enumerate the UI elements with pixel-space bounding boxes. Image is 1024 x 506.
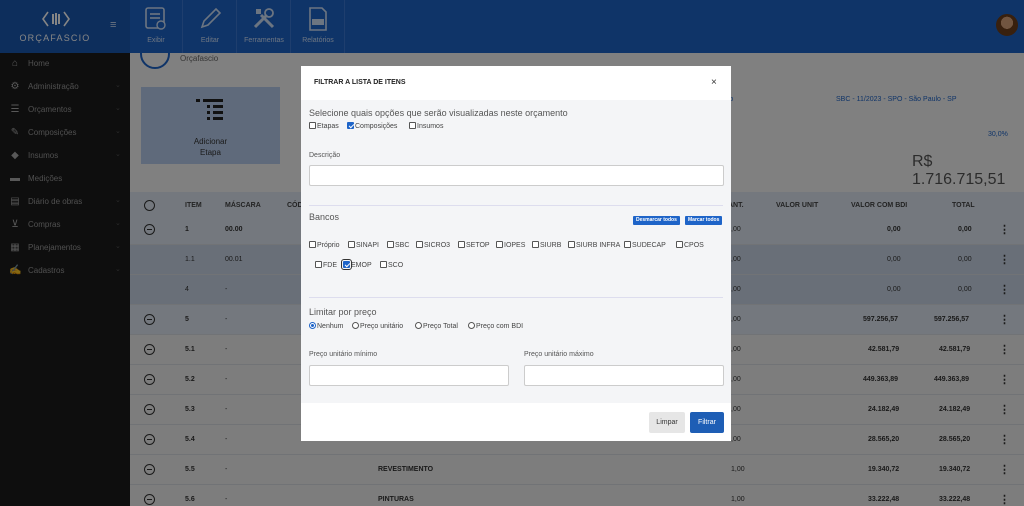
min-price-input[interactable] bbox=[309, 365, 509, 386]
option-label: EMOP bbox=[351, 262, 372, 269]
checkbox[interactable] bbox=[676, 241, 683, 248]
checkbox[interactable] bbox=[532, 241, 539, 248]
checkbox[interactable] bbox=[315, 261, 322, 268]
option-label: Próprio bbox=[317, 242, 340, 249]
option-label: Nenhum bbox=[317, 323, 344, 330]
bank-sudecap[interactable]: SUDECAP bbox=[624, 241, 666, 249]
checkbox[interactable] bbox=[387, 241, 394, 248]
option-label: Composições bbox=[355, 123, 398, 130]
option-label: Etapas bbox=[317, 123, 339, 130]
mark-all-button[interactable]: Marcar todos bbox=[685, 216, 723, 225]
option-label: SICRO3 bbox=[424, 242, 451, 249]
checkbox[interactable] bbox=[496, 241, 503, 248]
checkbox[interactable] bbox=[568, 241, 575, 248]
option-label: SUDECAP bbox=[632, 242, 666, 249]
visibility-title: Selecione quais opções que serão visuali… bbox=[309, 108, 568, 118]
option-label: CPOS bbox=[684, 242, 704, 249]
checkbox[interactable] bbox=[416, 241, 423, 248]
close-icon[interactable]: × bbox=[711, 77, 717, 88]
checkbox[interactable] bbox=[309, 122, 316, 129]
bank-setop[interactable]: SETOP bbox=[458, 241, 490, 249]
banks-title: Bancos bbox=[309, 212, 340, 222]
bank-sinapi[interactable]: SINAPI bbox=[348, 241, 379, 249]
checkbox[interactable] bbox=[347, 122, 354, 129]
price-unit[interactable]: Preço unitário bbox=[352, 322, 403, 330]
description-label: Descrição bbox=[309, 152, 341, 159]
option-label: SIURB INFRA bbox=[576, 242, 621, 249]
bank-sbc[interactable]: SBC bbox=[387, 241, 409, 249]
description-input[interactable] bbox=[309, 165, 724, 186]
price-bdi[interactable]: Preço com BDI bbox=[468, 322, 523, 330]
filter-button[interactable]: Filtrar bbox=[690, 412, 724, 433]
price-total[interactable]: Preço Total bbox=[415, 322, 458, 330]
option-label: Preço Total bbox=[423, 323, 458, 330]
filter-modal: FILTRAR A LISTA DE ITENS × Selecione qua… bbox=[301, 66, 731, 441]
option-label: FDE bbox=[323, 262, 337, 269]
bank-iopes[interactable]: IOPES bbox=[496, 241, 525, 249]
option-label: Insumos bbox=[417, 123, 444, 130]
radio[interactable] bbox=[309, 322, 316, 329]
divider bbox=[309, 205, 723, 206]
bank-emop[interactable]: EMOP bbox=[341, 259, 372, 270]
max-price-input[interactable] bbox=[524, 365, 724, 386]
bank-sco[interactable]: SCO bbox=[380, 261, 403, 269]
bank-siurb-infra[interactable]: SIURB INFRA bbox=[568, 241, 620, 249]
bank-fde[interactable]: FDE bbox=[315, 261, 337, 269]
checkbox[interactable] bbox=[309, 241, 316, 248]
radio[interactable] bbox=[468, 322, 475, 329]
radio[interactable] bbox=[415, 322, 422, 329]
option-insumos[interactable]: Insumos bbox=[409, 122, 443, 130]
unmark-all-button[interactable]: Desmarcar todos bbox=[633, 216, 680, 225]
min-price-label: Preço unitário mínimo bbox=[309, 351, 378, 358]
checkbox[interactable] bbox=[348, 241, 355, 248]
price-title: Limitar por preço bbox=[309, 307, 377, 317]
max-price-label: Preço unitário máximo bbox=[524, 351, 594, 358]
clear-button[interactable]: Limpar bbox=[649, 412, 685, 433]
modal-header: FILTRAR A LISTA DE ITENS × bbox=[301, 66, 731, 100]
bank-sicro3[interactable]: SICRO3 bbox=[416, 241, 450, 249]
checkbox[interactable] bbox=[458, 241, 465, 248]
option-label: SCO bbox=[388, 262, 404, 269]
price-none[interactable]: Nenhum bbox=[309, 322, 343, 330]
option-label: IOPES bbox=[504, 242, 526, 249]
radio[interactable] bbox=[352, 322, 359, 329]
option-etapas[interactable]: Etapas bbox=[309, 122, 339, 130]
checkbox[interactable] bbox=[409, 122, 416, 129]
option-label: SINAPI bbox=[356, 242, 379, 249]
option-label: SETOP bbox=[466, 242, 490, 249]
option-label: SIURB bbox=[540, 242, 562, 249]
option-composicoes[interactable]: Composições bbox=[347, 122, 397, 130]
option-label: SBC bbox=[395, 242, 410, 249]
checkbox[interactable] bbox=[380, 261, 387, 268]
divider bbox=[309, 297, 723, 298]
bank-cpos[interactable]: CPOS bbox=[676, 241, 704, 249]
checkbox[interactable] bbox=[624, 241, 631, 248]
option-label: Preço com BDI bbox=[476, 323, 524, 330]
checkbox[interactable] bbox=[341, 259, 352, 270]
modal-title: FILTRAR A LISTA DE ITENS bbox=[314, 79, 406, 86]
bank-proprio[interactable]: Próprio bbox=[309, 241, 340, 249]
option-label: Preço unitário bbox=[360, 323, 404, 330]
modal-body: Selecione quais opções que serão visuali… bbox=[301, 100, 731, 403]
bank-siurb[interactable]: SIURB bbox=[532, 241, 561, 249]
